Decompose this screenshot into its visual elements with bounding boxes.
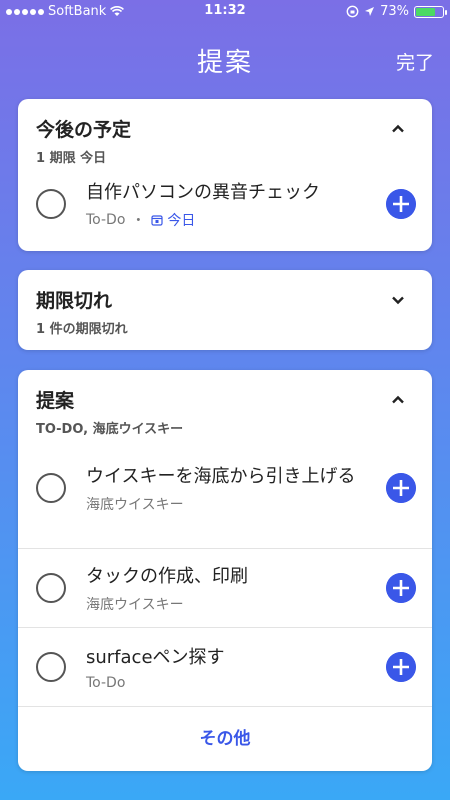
chevron-down-icon[interactable] xyxy=(390,292,406,308)
task-list-name: To-Do xyxy=(86,675,126,691)
task-title: 自作パソコンの異音チェック xyxy=(86,182,320,203)
task-due-date: 今日 xyxy=(167,213,196,229)
task-title: surfaceペン探す xyxy=(86,647,225,668)
complete-task-checkbox[interactable] xyxy=(36,573,66,603)
add-to-my-day-icon[interactable] xyxy=(386,189,416,219)
overdue-title: 期限切れ xyxy=(36,290,113,312)
task-row: 自作パソコンの異音チェック To-Do ・ 今日 xyxy=(18,157,432,251)
overdue-header[interactable]: 期限切れ 1 件の期限切れ xyxy=(18,270,432,337)
suggestions-header[interactable]: 提案 TO-DO, 海底ウイスキー xyxy=(18,370,432,437)
upcoming-title: 今後の予定 xyxy=(36,119,132,141)
add-to-my-day-icon[interactable] xyxy=(386,573,416,603)
show-more-button[interactable]: その他 xyxy=(18,707,432,771)
complete-task-checkbox[interactable] xyxy=(36,473,66,503)
task-list-name: 海底ウイスキー xyxy=(86,497,184,513)
battery-icon xyxy=(414,5,447,18)
task-row: ウイスキーを海底から引き上げる 海底ウイスキー xyxy=(18,428,432,548)
battery-percent: 73% xyxy=(380,4,409,19)
calendar-icon xyxy=(151,215,164,226)
task-list-name: To-Do xyxy=(86,212,126,228)
location-arrow-icon xyxy=(365,7,375,16)
task-row: surfaceペン探す To-Do xyxy=(18,628,432,706)
suggestions-title: 提案 xyxy=(36,390,75,412)
complete-task-checkbox[interactable] xyxy=(36,189,66,219)
task-list-name: 海底ウイスキー xyxy=(86,597,184,613)
upcoming-header[interactable]: 今後の予定 1 期限 今日 xyxy=(18,99,432,166)
complete-task-checkbox[interactable] xyxy=(36,652,66,682)
done-button[interactable]: 完了 xyxy=(396,48,434,75)
status-right: 73% xyxy=(346,4,447,19)
overdue-subtitle: 1 件の期限切れ xyxy=(36,322,128,337)
page-title: 提案 xyxy=(196,48,253,78)
add-to-my-day-icon[interactable] xyxy=(386,473,416,503)
upcoming-card: 今後の予定 1 期限 今日 自作パソコンの異音チェック To-Do ・ 今日 xyxy=(18,99,432,251)
overdue-card: 期限切れ 1 件の期限切れ xyxy=(18,270,432,350)
status-bar: SoftBank 11:32 73% xyxy=(0,0,450,24)
task-title: タックの作成、印刷 xyxy=(86,566,248,587)
add-to-my-day-icon[interactable] xyxy=(386,652,416,682)
chevron-up-icon[interactable] xyxy=(390,121,406,137)
task-title: ウイスキーを海底から引き上げる xyxy=(86,466,356,487)
task-row: タックの作成、印刷 海底ウイスキー xyxy=(18,549,432,627)
meta-separator: ・ xyxy=(131,213,146,229)
chevron-up-icon[interactable] xyxy=(390,392,406,408)
rotation-lock-icon xyxy=(346,5,359,18)
suggestions-card: 提案 TO-DO, 海底ウイスキー ウイスキーを海底から引き上げる 海底ウイスキ… xyxy=(18,370,432,771)
